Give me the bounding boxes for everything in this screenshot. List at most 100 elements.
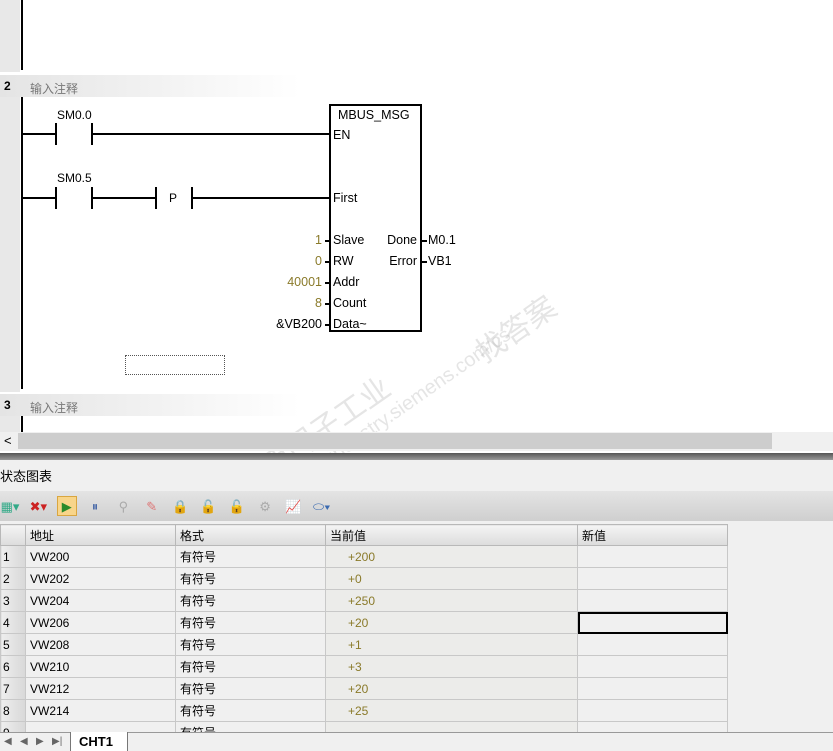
col-format[interactable]: 格式	[175, 524, 326, 546]
pin-addr: Addr	[333, 275, 360, 289]
table-row[interactable]: 6 VW210 有符号 +3	[0, 655, 728, 678]
address-cell[interactable]: VW206	[25, 611, 176, 634]
power-rail	[21, 416, 23, 432]
contact-sm05[interactable]: SM0.5	[57, 171, 92, 185]
table-row[interactable]: 8 VW214 有符号 +25	[0, 699, 728, 722]
pin-data: Data~	[333, 317, 367, 331]
pin-first: First	[333, 191, 358, 205]
table-row[interactable]: 5 VW208 有符号 +1	[0, 633, 728, 656]
last-sheet-icon[interactable]: ▶|	[52, 736, 62, 747]
address-cell[interactable]: VW210	[25, 655, 176, 678]
pin-rw: RW	[333, 254, 354, 268]
current-value-cell: +20	[325, 677, 578, 700]
current-value-cell: +250	[325, 589, 578, 612]
pin-en: EN	[333, 128, 351, 142]
new-value-cell[interactable]	[577, 699, 728, 722]
row-number[interactable]: 8	[0, 699, 26, 722]
col-address[interactable]: 地址	[25, 524, 176, 546]
table-row[interactable]: 1 VW200 有符号 +200	[0, 545, 728, 568]
network-3-header[interactable]: 3 输入注释	[0, 394, 300, 416]
cursor-box[interactable]	[125, 355, 225, 375]
new-value-cell[interactable]	[577, 655, 728, 678]
address-cell[interactable]: VW204	[25, 589, 176, 612]
power-rail	[21, 0, 23, 70]
pin-count: Count	[333, 296, 367, 310]
table-row[interactable]: 3 VW204 有符号 +250	[0, 589, 728, 612]
row-number[interactable]: 1	[0, 545, 26, 568]
splitter[interactable]	[0, 453, 833, 460]
trend-view-icon[interactable]: 📈	[283, 497, 303, 517]
format-cell[interactable]: 有符号	[175, 589, 326, 612]
table-row[interactable]: 7 VW212 有符号 +20	[0, 677, 728, 700]
tag-icon[interactable]: ⬭▾	[312, 497, 332, 517]
new-value-cell[interactable]	[577, 567, 728, 590]
network-comment[interactable]: 输入注释	[30, 399, 78, 416]
format-cell[interactable]: 有符号	[175, 633, 326, 656]
new-value-cell[interactable]	[577, 545, 728, 568]
operand-error[interactable]: VB1	[428, 254, 452, 268]
address-cell[interactable]: VW208	[25, 633, 176, 656]
first-sheet-icon[interactable]: ◀	[4, 736, 12, 747]
write-all-icon[interactable]: ✎	[142, 497, 162, 517]
operand-addr[interactable]: 40001	[287, 275, 322, 289]
operand-rw[interactable]: 0	[315, 254, 322, 268]
format-cell[interactable]: 有符号	[175, 677, 326, 700]
address-cell[interactable]: VW214	[25, 699, 176, 722]
new-value-cell[interactable]	[577, 677, 728, 700]
read-forced-icon[interactable]: ⚙	[255, 497, 275, 517]
address-cell[interactable]: VW200	[25, 545, 176, 568]
current-value-cell: +0	[325, 567, 578, 590]
tab-cht1[interactable]: CHT1	[70, 732, 128, 751]
network-2-header[interactable]: 2 输入注释	[0, 75, 300, 97]
network-gutter	[0, 416, 20, 432]
prev-sheet-icon[interactable]: ◀	[20, 736, 28, 747]
status-chart-table: 地址 格式 当前值 新值 1 VW200 有符号 +200 2 VW202 有符…	[0, 524, 728, 744]
address-cell[interactable]: VW202	[25, 567, 176, 590]
new-value-cell[interactable]	[577, 589, 728, 612]
network-comment[interactable]: 输入注释	[30, 80, 78, 97]
pin-done: Done	[387, 233, 417, 247]
scroll-left-icon[interactable]: <	[4, 433, 12, 448]
operand-slave[interactable]: 1	[315, 233, 322, 247]
col-new-value[interactable]: 新值	[577, 524, 728, 546]
row-number[interactable]: 4	[0, 611, 26, 634]
pause-icon[interactable]: ⏸	[85, 497, 105, 517]
contact-sm00[interactable]: SM0.0	[57, 108, 92, 122]
col-current-value[interactable]: 当前值	[325, 524, 578, 546]
format-cell[interactable]: 有符号	[175, 655, 326, 678]
delete-row-icon[interactable]: ✖▾	[28, 497, 48, 517]
single-read-icon[interactable]: ⚲	[113, 497, 133, 517]
table-row[interactable]: 2 VW202 有符号 +0	[0, 567, 728, 590]
scroll-thumb[interactable]	[18, 433, 772, 449]
force-icon[interactable]: 🔒	[170, 497, 190, 517]
next-sheet-icon[interactable]: ▶	[36, 736, 44, 747]
new-value-cell[interactable]	[577, 611, 728, 634]
current-value-cell: +200	[325, 545, 578, 568]
unforce-icon[interactable]: 🔓	[198, 497, 218, 517]
horizontal-scrollbar[interactable]: <	[0, 432, 833, 451]
format-cell[interactable]: 有符号	[175, 699, 326, 722]
operand-data[interactable]: &VB200	[276, 317, 322, 331]
new-value-cell[interactable]	[577, 633, 728, 656]
address-cell[interactable]: VW212	[25, 677, 176, 700]
format-cell[interactable]: 有符号	[175, 611, 326, 634]
row-number[interactable]: 2	[0, 567, 26, 590]
unforce-all-icon[interactable]: 🔓	[227, 497, 247, 517]
row-number[interactable]: 3	[0, 589, 26, 612]
pulse-contact[interactable]: P	[169, 191, 177, 205]
corner-header	[0, 524, 26, 546]
operand-done[interactable]: M0.1	[428, 233, 456, 247]
insert-row-icon[interactable]: ▦▾	[0, 497, 20, 517]
panel-title: 状态图表	[0, 469, 53, 484]
table-row[interactable]: 4 VW206 有符号 +20	[0, 611, 728, 634]
row-number[interactable]: 5	[0, 633, 26, 656]
row-number[interactable]: 7	[0, 677, 26, 700]
format-cell[interactable]: 有符号	[175, 545, 326, 568]
format-cell[interactable]: 有符号	[175, 567, 326, 590]
row-number[interactable]: 6	[0, 655, 26, 678]
mbus-msg-block[interactable]: MBUS_MSG EN First Slave RW Addr Count Da…	[329, 104, 422, 332]
chart-execution-icon[interactable]: ▶	[56, 496, 77, 516]
pin-error: Error	[389, 254, 417, 268]
operand-count[interactable]: 8	[315, 296, 322, 310]
network-gutter	[0, 0, 20, 72]
